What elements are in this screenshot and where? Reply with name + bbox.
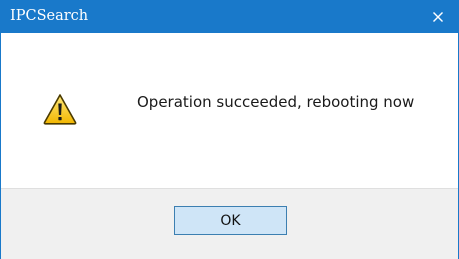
close-icon [433,11,443,22]
dialog-footer: OK [1,188,458,259]
dialog-message: Operation succeeded, rebooting now [137,93,415,111]
warning-icon [43,94,77,125]
title-bar[interactable]: IPCSearch [1,0,458,33]
close-button[interactable] [418,0,458,33]
window-title: IPCSearch [10,8,89,24]
dialog-content: Operation succeeded, rebooting now [1,33,458,180]
message-dialog: IPCSearch Operation succeeded, rebooting… [0,0,459,259]
ok-button[interactable]: OK [174,206,287,235]
ok-button-label: OK [220,212,241,229]
